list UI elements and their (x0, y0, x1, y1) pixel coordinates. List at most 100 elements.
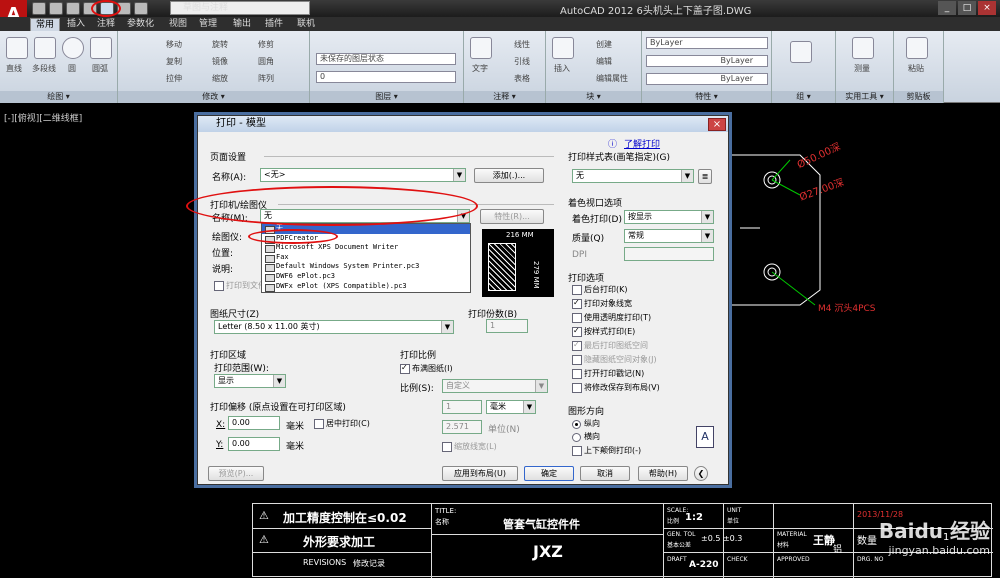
tab-online[interactable]: 联机 (292, 18, 320, 31)
paper-size-dropdown[interactable]: Letter (8.50 x 11.00 英寸) ▼ (214, 320, 454, 334)
background-plot-checkbox[interactable]: 后台打印(K) (572, 285, 628, 295)
tab-annotate[interactable]: 注释 (92, 18, 120, 31)
layer-state-dropdown[interactable]: 未保存的图层状态 (316, 53, 456, 65)
open-icon[interactable] (49, 2, 63, 15)
layer-panel-title[interactable]: 图层 ▾ (310, 91, 463, 103)
mirror-tool[interactable]: 镜像 (212, 56, 228, 67)
maximize-icon[interactable]: □ (958, 1, 976, 15)
shade-plot-dropdown[interactable]: 按显示 ▼ (624, 210, 714, 224)
learn-printing-link[interactable]: 了解打印 (624, 137, 660, 150)
fit-to-paper-checkbox[interactable]: 布满图纸(I) (400, 363, 453, 374)
create-block-tool[interactable]: 创建 (596, 39, 612, 50)
paste-icon[interactable] (906, 37, 928, 59)
linetype-dropdown[interactable]: ByLayer (646, 55, 768, 67)
trim-tool[interactable]: 修剪 (258, 39, 274, 50)
scale-units-input[interactable]: 2.571 (442, 420, 482, 434)
move-tool[interactable]: 移动 (166, 39, 182, 50)
array-tool[interactable]: 阵列 (258, 73, 274, 84)
plot-with-styles-checkbox[interactable]: 按样式打印(E) (572, 326, 635, 337)
current-layer-dropdown[interactable]: 0 (316, 71, 456, 83)
apply-to-layout-button[interactable]: 应用到布局(U) (442, 466, 518, 481)
copy-tool[interactable]: 复制 (166, 56, 182, 67)
hide-paperspace-objects-checkbox[interactable]: 隐藏图纸空间对象(J) (572, 355, 657, 365)
scale-tool[interactable]: 缩放 (212, 73, 228, 84)
lineweight-dropdown[interactable]: ByLayer (646, 73, 768, 85)
cancel-button[interactable]: 取消 (580, 466, 630, 481)
tab-plugins[interactable]: 插件 (260, 18, 288, 31)
group-icon[interactable] (790, 41, 812, 63)
printer-option[interactable]: Fax (262, 253, 470, 263)
plot-range-dropdown[interactable]: 显示 ▼ (214, 374, 286, 388)
rotate-tool[interactable]: 旋转 (212, 39, 228, 50)
modify-panel-title[interactable]: 修改 ▾ (118, 91, 309, 103)
fillet-tool[interactable]: 圆角 (258, 56, 274, 67)
annotation-panel-title[interactable]: 注释 ▾ (464, 91, 545, 103)
table-tool[interactable]: 表格 (514, 73, 530, 84)
stretch-tool[interactable]: 拉伸 (166, 73, 182, 84)
minimize-icon[interactable]: _ (938, 1, 956, 15)
scale-dropdown[interactable]: 自定义 ▼ (442, 379, 548, 393)
offset-y-input[interactable]: 0.00 (228, 437, 280, 451)
new-icon[interactable] (32, 2, 46, 15)
scale-mm-input[interactable]: 1 (442, 400, 482, 414)
help-button[interactable]: 帮助(H) (638, 466, 688, 481)
edit-attributes-tool[interactable]: 编辑属性 (596, 73, 628, 84)
plot-lineweights-checkbox[interactable]: 打印对象线宽 (572, 298, 632, 309)
scale-unit-dropdown[interactable]: 毫米 ▼ (486, 400, 536, 414)
tab-view[interactable]: 视图 (164, 18, 192, 31)
dialog-close-button[interactable]: × (708, 118, 726, 131)
plot-style-dropdown[interactable]: 无 ▼ (572, 169, 694, 183)
utilities-panel-title[interactable]: 实用工具 ▾ (836, 91, 893, 103)
insert-block-icon[interactable] (552, 37, 574, 59)
leader-tool[interactable]: 引线 (514, 56, 530, 67)
viewport-controls[interactable]: [-][俯视][二维线框] (4, 111, 82, 124)
tab-parametric[interactable]: 参数化 (122, 18, 159, 31)
portrait-radio[interactable]: 纵向 (572, 419, 600, 429)
tab-home[interactable]: 常用 (30, 18, 61, 31)
quality-dropdown[interactable]: 常规 ▼ (624, 229, 714, 243)
printer-option[interactable]: DWFx ePlot (XPS Compatible).pc3 (262, 282, 470, 292)
polyline-icon[interactable] (34, 37, 56, 59)
scale-lineweights-checkbox[interactable]: 缩放线宽(L) (442, 442, 497, 452)
printer-option[interactable]: Default Windows System Printer.pc3 (262, 262, 470, 272)
tab-insert[interactable]: 插入 (62, 18, 90, 31)
dpi-input[interactable] (624, 247, 714, 261)
block-panel-title[interactable]: 块 ▾ (546, 91, 641, 103)
tab-manage[interactable]: 管理 (194, 18, 222, 31)
printer-option[interactable]: DWF6 ePlot.pc3 (262, 272, 470, 282)
plot-stamp-checkbox[interactable]: 打开打印戳记(N) (572, 369, 644, 379)
draw-panel-title[interactable]: 绘图 ▾ (0, 91, 117, 103)
save-icon[interactable] (66, 2, 80, 15)
circle-icon[interactable] (62, 37, 84, 59)
clipboard-panel-title[interactable]: 剪贴板 (894, 91, 943, 103)
printer-option[interactable]: Microsoft XPS Document Writer (262, 243, 470, 253)
group-panel-title[interactable]: 组 ▾ (772, 91, 835, 103)
add-page-setup-button[interactable]: 添加(.)... (474, 168, 544, 183)
close-window-icon[interactable]: × (978, 1, 996, 15)
page-setup-name-dropdown[interactable]: <无> ▼ (260, 168, 466, 182)
copies-input[interactable]: 1 (486, 319, 528, 333)
redo-icon[interactable] (134, 2, 148, 15)
arc-icon[interactable] (90, 37, 112, 59)
offset-x-input[interactable]: 0.00 (228, 416, 280, 430)
workspace-selector[interactable]: 草图与注释 (170, 1, 310, 15)
save-changes-to-layout-checkbox[interactable]: 将修改保存到布局(V) (572, 383, 660, 393)
edit-plot-style-icon[interactable]: ≣ (698, 169, 712, 184)
ok-button[interactable]: 确定 (524, 466, 574, 481)
properties-panel-title[interactable]: 特性 ▾ (642, 91, 771, 103)
color-dropdown[interactable]: ByLayer (646, 37, 768, 49)
center-plot-checkbox[interactable]: 居中打印(C) (314, 419, 370, 429)
tab-output[interactable]: 输出 (228, 18, 256, 31)
collapse-options-icon[interactable]: ❮ (694, 466, 708, 481)
line-icon[interactable] (6, 37, 28, 59)
linear-tool[interactable]: 线性 (514, 39, 530, 50)
plot-paperspace-last-checkbox[interactable]: 最后打印图纸空间 (572, 340, 648, 351)
printer-properties-button[interactable]: 特性(R)... (480, 209, 544, 224)
upside-down-checkbox[interactable]: 上下颠倒打印(-) (572, 446, 641, 456)
edit-block-tool[interactable]: 编辑 (596, 56, 612, 67)
plot-transparency-checkbox[interactable]: 使用透明度打印(T) (572, 313, 651, 323)
preview-button[interactable]: 预览(P)... (208, 466, 264, 481)
landscape-radio[interactable]: 横向 (572, 432, 600, 442)
measure-icon[interactable] (852, 37, 874, 59)
text-icon[interactable] (470, 37, 492, 59)
